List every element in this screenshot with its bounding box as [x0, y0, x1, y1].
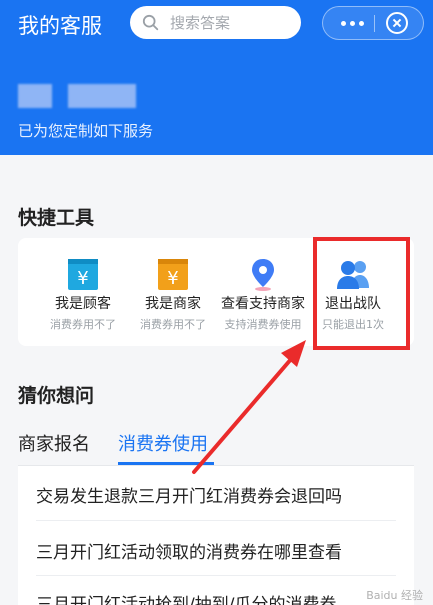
yuan-bag-icon: ¥	[158, 259, 188, 290]
list-divider	[36, 575, 396, 576]
app-title: 我的客服	[18, 14, 102, 38]
tab-coupon-usage[interactable]: 消费券使用	[118, 430, 208, 456]
question-list: 交易发生退款三月开门红消费券会退回吗 三月开门红活动领取的消费券在哪里查看 三月…	[18, 466, 414, 605]
capsule-divider	[374, 15, 375, 32]
tool-subtitle: 支持消费券使用	[224, 318, 302, 331]
search-icon	[142, 14, 159, 30]
tool-label: 我是商家	[145, 296, 201, 312]
blurred-username	[18, 84, 52, 108]
list-item[interactable]: 三月开门红活动领取的消费券在哪里查看	[36, 538, 396, 563]
search-input[interactable]: 搜索答案	[130, 6, 301, 39]
highlight-box	[313, 237, 410, 350]
list-divider	[36, 520, 396, 521]
tool-subtitle: 消费券用不了	[50, 318, 116, 331]
header-banner: 我的客服 搜索答案 已为您定制如下服务	[0, 0, 433, 155]
tool-supported-merchants[interactable]: 查看支持商家 支持消费券使用	[218, 238, 308, 346]
tool-merchant[interactable]: ¥ 我是商家 消费券用不了	[128, 238, 218, 346]
tool-label: 查看支持商家	[221, 296, 305, 312]
tool-subtitle: 消费券用不了	[140, 318, 206, 331]
watermark: Baidu 经验	[366, 589, 423, 602]
quick-tools-title: 快捷工具	[18, 207, 95, 229]
header-subtitle: 已为您定制如下服务	[18, 122, 154, 140]
tool-customer[interactable]: ¥ 我是顾客 消费券用不了	[38, 238, 128, 346]
tool-label: 我是顾客	[55, 296, 111, 312]
tab-merchant-signup[interactable]: 商家报名	[18, 430, 90, 456]
active-tab-indicator	[118, 462, 214, 465]
more-dots-icon[interactable]	[337, 7, 367, 39]
blurred-username	[68, 84, 136, 108]
svg-text:¥: ¥	[77, 268, 88, 289]
search-placeholder: 搜索答案	[170, 14, 231, 32]
guess-title: 猜你想问	[18, 385, 95, 407]
svg-text:¥: ¥	[167, 268, 178, 289]
yuan-bag-icon: ¥	[68, 259, 98, 290]
list-item[interactable]: 交易发生退款三月开门红消费券会退回吗	[36, 482, 396, 507]
list-item[interactable]: 三月开门红活动抢到/抽到/瓜分的消费券	[36, 590, 396, 605]
mini-program-capsule	[322, 6, 424, 40]
close-circle-icon[interactable]	[386, 12, 408, 34]
location-pin-icon	[252, 259, 274, 291]
